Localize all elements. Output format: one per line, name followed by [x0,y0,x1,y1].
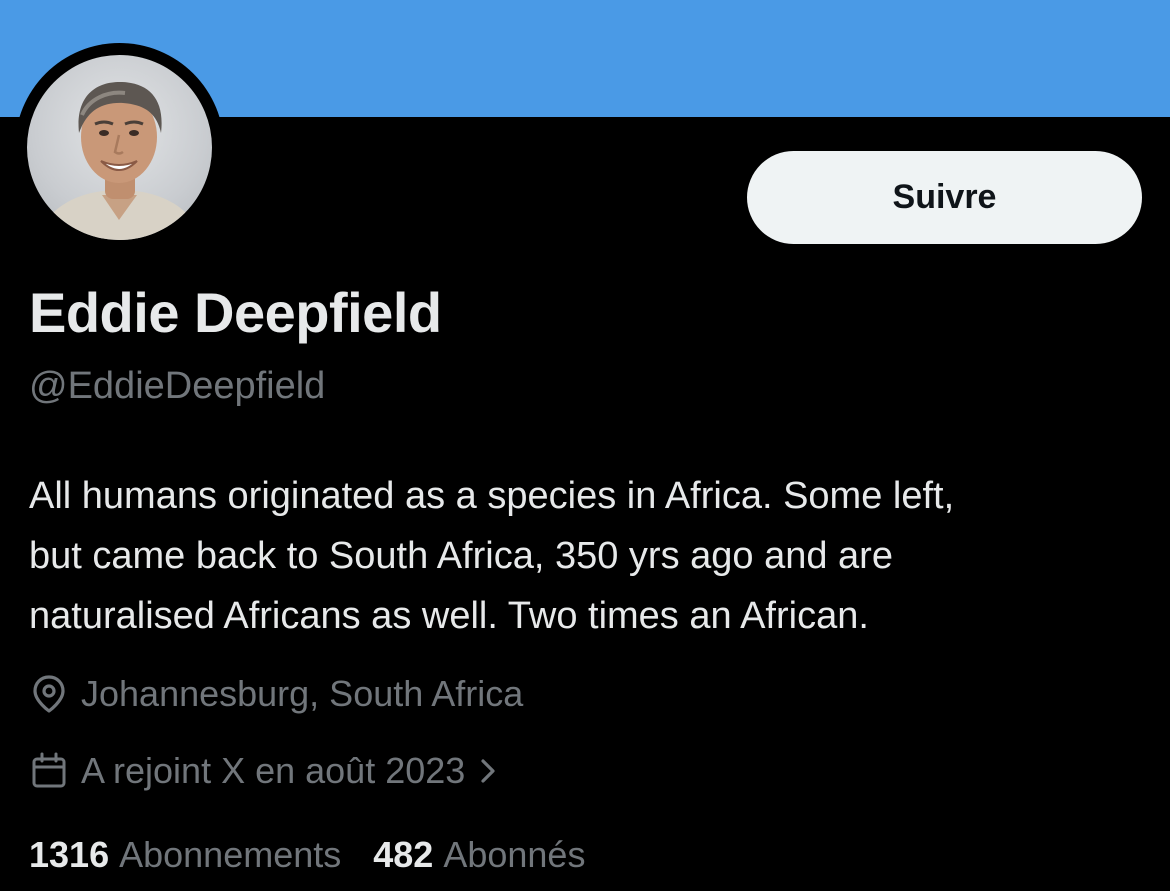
display-name: Eddie Deepfield [29,281,442,344]
calendar-icon [29,749,69,793]
bio-line: All humans originated as a species in Af… [29,475,955,517]
joined-row[interactable]: A rejoint X en août 2023 [29,749,497,793]
profile-page: Suivre Eddie Deepfield @EddieDeepfield A… [0,0,1170,891]
joined-text: A rejoint X en août 2023 [81,750,466,791]
following-link[interactable]: 1316 Abonnements [29,834,341,876]
followers-label: Abonnés [443,834,586,875]
followers-link[interactable]: 482 Abonnés [373,834,585,876]
user-handle: @EddieDeepfield [29,365,326,407]
avatar-frame [15,43,224,252]
bio-line: but came back to South Africa, 350 yrs a… [29,535,893,577]
location-pin-icon [29,672,69,716]
avatar-portrait [37,81,202,240]
avatar[interactable] [27,55,212,240]
chevron-right-icon [479,757,497,785]
location-text: Johannesburg, South Africa [81,673,524,714]
following-label: Abonnements [119,834,342,875]
profile-stats: 1316 Abonnements 482 Abonnés [29,834,617,876]
followers-count: 482 [373,834,434,875]
following-count: 1316 [29,834,110,875]
bio: All humans originated as a species in Af… [29,466,1139,646]
location-row: Johannesburg, South Africa [29,672,523,716]
follow-button[interactable]: Suivre [747,151,1142,244]
bio-line: naturalised Africans as well. Two times … [29,595,869,637]
